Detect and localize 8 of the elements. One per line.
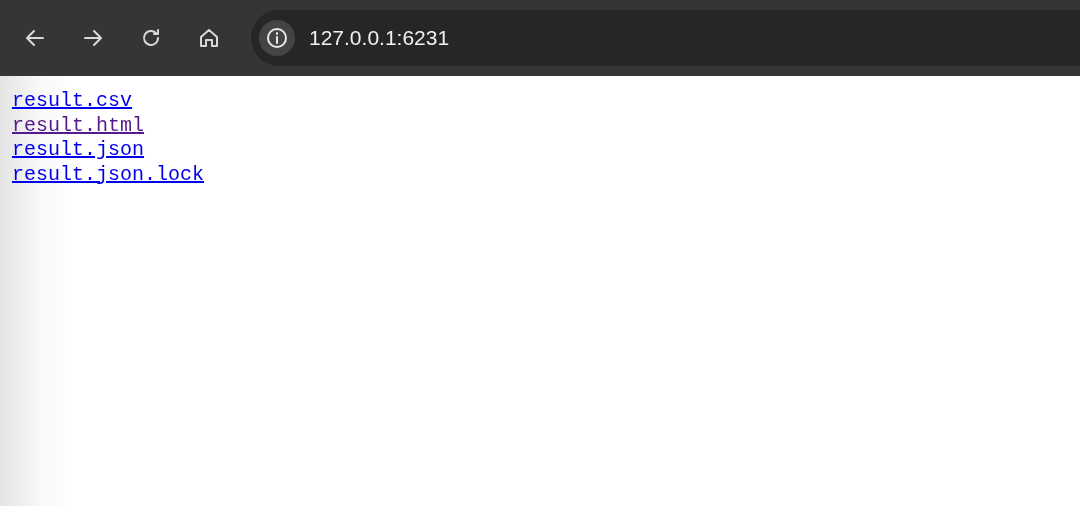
info-icon[interactable]	[259, 20, 295, 56]
address-bar[interactable]: 127.0.0.1:6231	[251, 10, 1080, 66]
file-link[interactable]: result.html	[12, 113, 145, 138]
file-link[interactable]: result.csv	[12, 89, 133, 114]
url-text: 127.0.0.1:6231	[309, 26, 450, 50]
home-icon[interactable]	[197, 26, 221, 50]
file-link[interactable]: result.json.lock	[12, 162, 205, 187]
file-link[interactable]: result.json	[12, 138, 145, 163]
